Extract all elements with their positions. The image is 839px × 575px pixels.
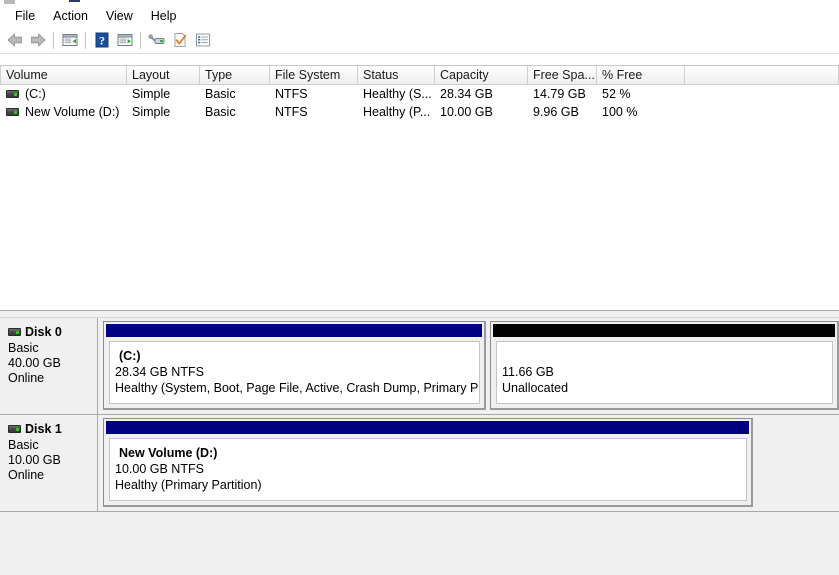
disk-row: Disk 1 Basic 10.00 GB Online New Volume (D:)… [0,415,839,512]
partition-size-label: 28.34 GB NTFS [115,365,204,379]
partition-status-label: Unallocated [502,381,569,395]
volume-list-header: Volume Layout Type File System Status Capacit… [0,65,839,85]
cell-file-system: NTFS [275,105,308,119]
partition-details: New Volume (D:) 10.00 GB NTFS Healthy (Pri… [109,438,747,501]
table-row[interactable]: New Volume (D:) Simple Basic NTFS Healthy (P… [0,103,839,121]
disk-size-label: 10.00 GB [8,453,61,467]
drive-icon [6,90,19,98]
partition-color-bar [493,324,835,337]
column-header-capacity[interactable]: Capacity [435,65,528,85]
help-icon[interactable]: ? [90,29,113,52]
column-header-status[interactable]: Status [358,65,435,85]
partition-block[interactable]: New Volume (D:) 10.00 GB NTFS Healthy (Pri… [103,418,753,507]
partition-title: (C:) [119,349,141,363]
column-header-filler[interactable] [685,65,839,85]
show-action-pane-icon[interactable] [113,29,136,52]
cell-type: Basic [205,105,236,119]
cell-layout: Simple [132,87,171,101]
toolbar-separator [53,31,54,49]
partition-size-label: 10.00 GB NTFS [115,462,204,476]
drive-icon [6,108,19,116]
disk-icon [8,425,21,433]
disk-info-disk-0[interactable]: Disk 0 Basic 40.00 GB Online [0,318,98,414]
disk-name-label: Disk 0 [25,325,62,339]
cell-type: Basic [205,87,236,101]
toolbar: ? [0,27,839,54]
column-header-free-spa[interactable]: Free Spa... [528,65,597,85]
cell-percent-free: 100 % [602,105,638,119]
disk-row: Disk 0 Basic 40.00 GB Online (C:) 28.34 GB NT… [0,318,839,415]
disk-icon [8,328,21,336]
window-icon [4,0,15,4]
disk-title: Disk 0 [8,325,97,339]
partition-details: 11.66 GB Unallocated [496,341,833,404]
disk-info-disk-1[interactable]: Disk 1 Basic 10.00 GB Online [0,415,98,511]
menu-help[interactable]: Help [142,7,186,26]
cell-volume-label: (C:) [25,87,46,101]
svg-text:?: ? [99,33,105,47]
cell-volume: (C:) [0,85,127,103]
disk-state-label: Online [8,468,45,482]
cell-capacity: 28.34 GB [440,87,493,101]
horizontal-splitter[interactable] [0,310,839,318]
menu-action[interactable]: Action [44,7,97,26]
cell-file-system: NTFS [275,87,308,101]
check-disk-icon[interactable] [168,29,191,52]
show-console-tree-icon[interactable] [58,29,81,52]
window-title-fragment [69,0,80,2]
menu-bar: File Action View Help [0,5,839,27]
forward-arrow-icon[interactable] [26,29,49,52]
partition-status-label: Healthy (Primary Partition) [115,478,262,492]
table-row[interactable]: (C:) Simple Basic NTFS Healthy (S... 28.34 GB… [0,85,839,103]
disk-state-label: Online [8,371,45,385]
menu-view[interactable]: View [97,7,142,26]
partition-title-spacer [502,348,832,364]
disk-type-label: Basic [8,341,39,355]
menu-file[interactable]: File [6,7,44,26]
cell-status: Healthy (P... [363,105,431,119]
partition-status-label: Healthy (System, Boot, Page File, Active… [115,381,480,395]
disk-name-label: Disk 1 [25,422,62,436]
partition-title: New Volume (D:) [119,446,218,460]
toolbar-separator [85,31,86,49]
cell-percent-free: 52 % [602,87,631,101]
partition-size-label: 11.66 GB [502,365,554,379]
cell-status: Healthy (S... [363,87,432,101]
column-header-layout[interactable]: Layout [127,65,200,85]
partition-color-bar [106,421,749,434]
properties-icon[interactable] [191,29,214,52]
partition-block[interactable]: (C:) 28.34 GB NTFS Healthy (System, Boot, … [103,321,486,410]
cell-free-space: 9.96 GB [533,105,579,119]
graphical-disk-view: Disk 0 Basic 40.00 GB Online (C:) 28.34 GB NT… [0,318,839,575]
partition-block[interactable]: 11.66 GB Unallocated [490,321,839,410]
column-header-type[interactable]: Type [200,65,270,85]
disk-size-label: 40.00 GB [8,356,61,370]
column-header-volume[interactable]: Volume [0,65,127,85]
column-header--free[interactable]: % Free [597,65,685,85]
toolbar-separator [140,31,141,49]
volume-list-panel: Volume Layout Type File System Status Capacit… [0,54,839,310]
cell-free-space: 14.79 GB [533,87,586,101]
disk-title: Disk 1 [8,422,97,436]
cell-volume: New Volume (D:) [0,103,127,121]
column-header-file-system[interactable]: File System [270,65,358,85]
disk-type-label: Basic [8,438,39,452]
partition-details: (C:) 28.34 GB NTFS Healthy (System, Boot, … [109,341,480,404]
cell-volume-label: New Volume (D:) [25,105,120,119]
cell-capacity: 10.00 GB [440,105,493,119]
back-arrow-icon[interactable] [3,29,26,52]
rescan-disks-icon[interactable] [145,29,168,52]
volume-list-rows: (C:) Simple Basic NTFS Healthy (S... 28.34 GB… [0,85,839,121]
partition-color-bar [106,324,482,337]
cell-layout: Simple [132,105,171,119]
